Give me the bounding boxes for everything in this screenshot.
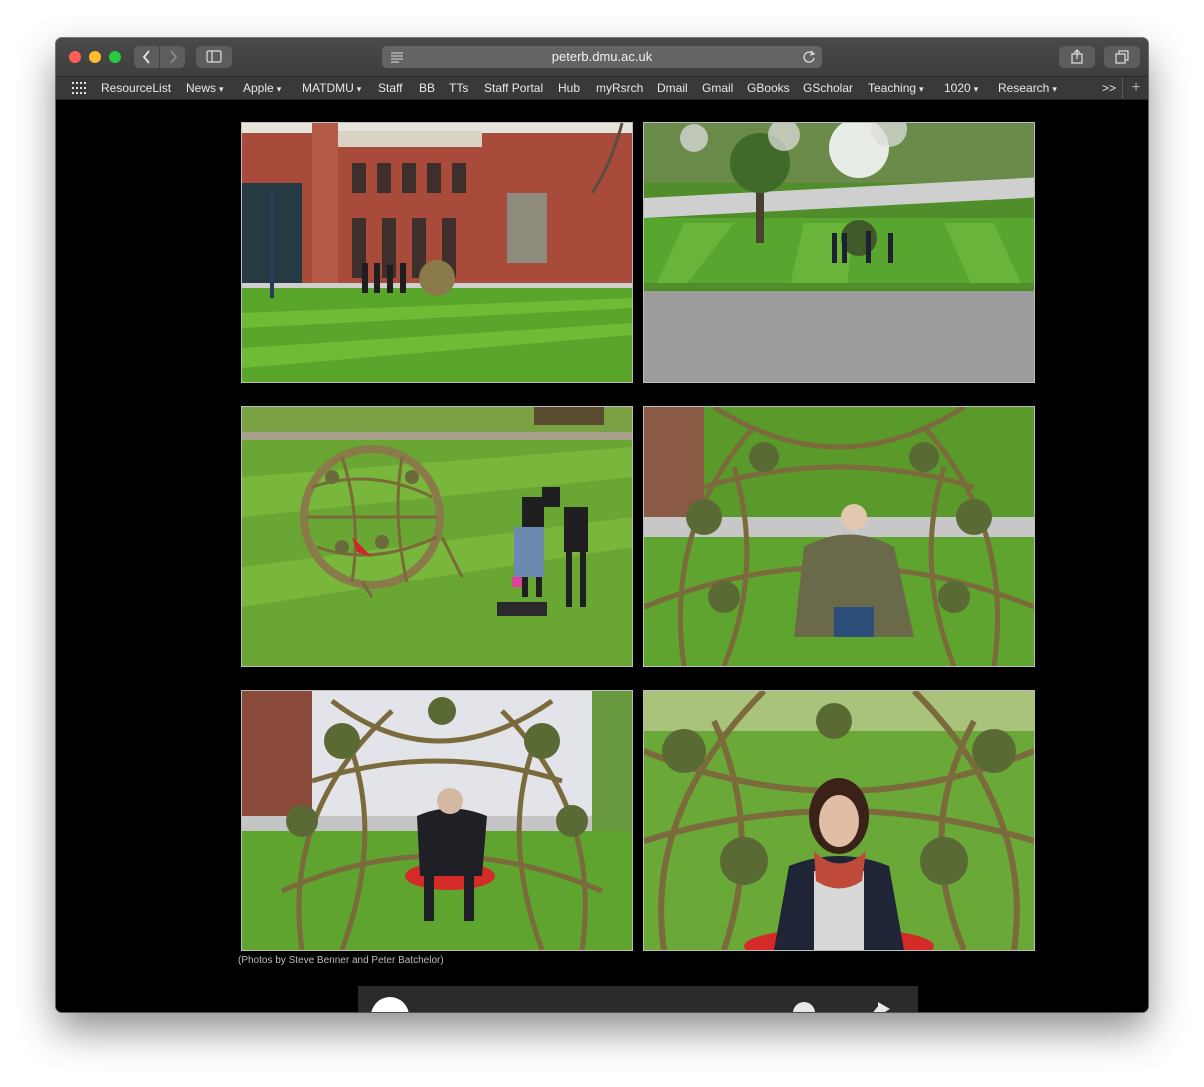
- bookmark-label: GScholar: [803, 81, 854, 95]
- address-bar[interactable]: peterb.dmu.ac.uk: [382, 46, 822, 68]
- share-icon: [1071, 49, 1083, 64]
- photo-woman-scarf: [643, 690, 1035, 951]
- chevron-down-icon: ▾: [973, 84, 979, 94]
- bookmark-gscholar[interactable]: GScholar: [803, 77, 853, 99]
- chevron-down-icon: ▾: [356, 84, 362, 94]
- share-button[interactable]: [1059, 46, 1095, 68]
- photo-quad-building: [241, 122, 633, 383]
- forward-button[interactable]: [160, 46, 185, 68]
- sidebar-icon: [206, 50, 222, 63]
- chevron-right-icon: [169, 50, 177, 64]
- back-button[interactable]: [134, 46, 159, 68]
- bookmark-bb[interactable]: BB: [419, 77, 435, 99]
- chevron-down-icon: ▾: [276, 84, 282, 94]
- url-text: peterb.dmu.ac.uk: [551, 49, 653, 64]
- bookmark-label: 1020: [944, 81, 971, 95]
- photo-woman-in-sphere: [643, 406, 1035, 667]
- bookmark-label: ResourceList: [101, 81, 172, 95]
- chevron-down-icon: ▾: [219, 84, 224, 94]
- bookmark-label: BB: [419, 81, 436, 95]
- bookmark-label: Teaching: [868, 81, 917, 95]
- bookmark-matdmu[interactable]: MATDMU ▾: [302, 77, 361, 100]
- browser-window: peterb.dmu.ac.uk ResourceList News ▾ Apple ▾…: [56, 38, 1148, 1012]
- browser-toolbar: peterb.dmu.ac.uk: [56, 38, 1148, 77]
- bookmark-label: TTs: [449, 81, 469, 95]
- minimize-window-button[interactable]: [89, 51, 101, 63]
- photo-credit-caption: (Photos by Steve Benner and Peter Batche…: [238, 955, 444, 966]
- reader-view-icon[interactable]: [390, 51, 404, 63]
- more-bookmarks-button[interactable]: >>: [1102, 77, 1116, 99]
- bookmark-label: Apple: [243, 81, 274, 95]
- photo-man-in-sphere: [241, 690, 633, 951]
- bookmark-teaching[interactable]: Teaching ▾: [868, 77, 924, 100]
- close-window-button[interactable]: [69, 51, 81, 63]
- chevron-left-icon: [142, 50, 150, 64]
- watch-later-icon[interactable]: [793, 1002, 815, 1012]
- chevron-down-icon: ▾: [1052, 84, 1057, 94]
- bookmark-label: Dmail: [657, 81, 688, 95]
- bookmark-news[interactable]: News ▾: [186, 77, 224, 100]
- reload-icon[interactable]: [802, 50, 816, 64]
- photo-willow-sphere: [241, 406, 633, 667]
- bookmark-apple[interactable]: Apple ▾: [243, 77, 281, 100]
- bookmark-label: Hub: [558, 81, 581, 95]
- share-video-icon[interactable]: [870, 1002, 890, 1012]
- play-button-icon[interactable]: [371, 997, 409, 1012]
- sidebar-toggle-button[interactable]: [196, 46, 232, 68]
- bookmark-label: MATDMU: [302, 81, 354, 95]
- bookmarks-bar: ResourceList News ▾ Apple ▾ MATDMU ▾ Staff BB TTs…: [56, 77, 1148, 100]
- bookmark-dmail[interactable]: Dmail: [657, 77, 688, 99]
- bookmark-label: Staff: [378, 81, 403, 95]
- bookmark-research[interactable]: Research ▾: [998, 77, 1057, 100]
- bookmark-label: News: [186, 81, 217, 95]
- bookmark-label: GBooks: [747, 81, 790, 95]
- bookmark-1020[interactable]: 1020 ▾: [944, 77, 978, 100]
- bookmark-resourcelist[interactable]: ResourceList: [101, 77, 171, 99]
- bookmark-tts[interactable]: TTs: [449, 77, 468, 99]
- bookmark-myrsrch[interactable]: myRsrch: [596, 77, 643, 99]
- bookmark-staff-portal[interactable]: Staff Portal: [484, 77, 543, 99]
- bookmark-hub[interactable]: Hub: [558, 77, 580, 99]
- new-tab-button[interactable]: +: [1122, 77, 1148, 99]
- bookmark-label: Research: [998, 81, 1050, 95]
- show-tabs-button[interactable]: [1104, 46, 1140, 68]
- bookmark-label: Gmail: [702, 81, 734, 95]
- bookmark-gmail[interactable]: Gmail: [702, 77, 733, 99]
- chevron-down-icon: ▾: [919, 84, 924, 94]
- bookmark-gbooks[interactable]: GBooks: [747, 77, 790, 99]
- zoom-window-button[interactable]: [109, 51, 121, 63]
- tabs-overview-icon: [1115, 50, 1129, 64]
- bookmark-label: myRsrch: [596, 81, 644, 95]
- apps-grid-icon[interactable]: [72, 82, 86, 94]
- video-player[interactable]: [358, 986, 918, 1012]
- bookmark-label: Staff Portal: [484, 81, 544, 95]
- bookmark-staff[interactable]: Staff: [378, 77, 402, 99]
- photo-lawn-tree: [643, 122, 1035, 383]
- page-content: (Photos by Steve Benner and Peter Batche…: [56, 100, 1148, 1012]
